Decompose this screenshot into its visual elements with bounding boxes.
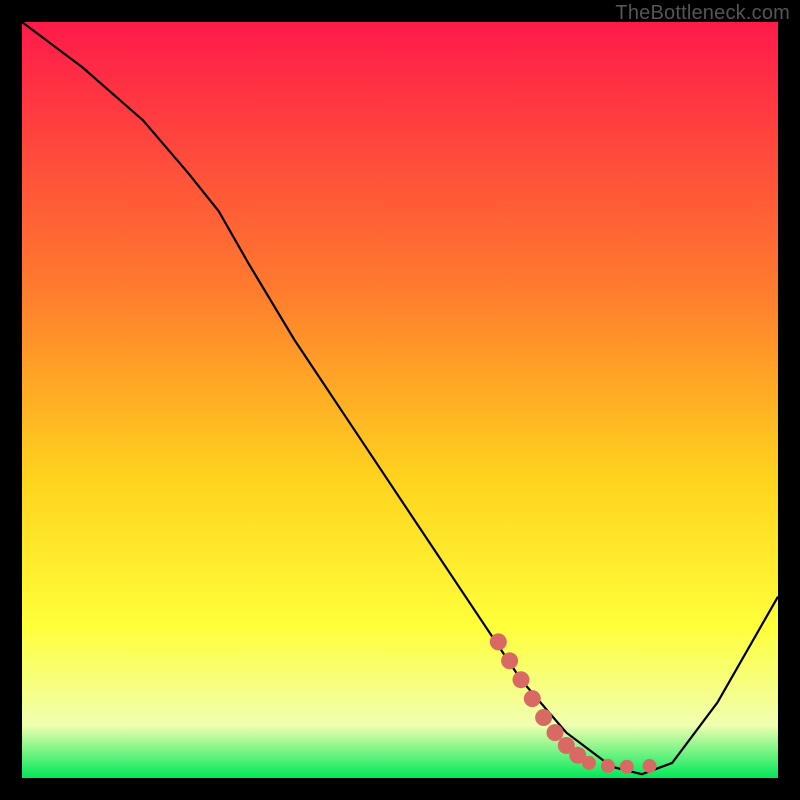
marker-dot [535,709,552,726]
marker-dot [501,652,518,669]
marker-dot [643,759,657,773]
marker-dot [620,760,634,774]
marker-dot [601,759,615,773]
marker-dot [582,756,596,770]
marker-dot [490,633,507,650]
watermark-text: TheBottleneck.com [615,2,790,25]
chart-svg [22,22,778,778]
chart-plot-area [22,22,778,778]
chart-background-gradient [22,22,778,778]
marker-dot [524,690,541,707]
marker-dot [547,724,564,741]
marker-dot [513,671,530,688]
